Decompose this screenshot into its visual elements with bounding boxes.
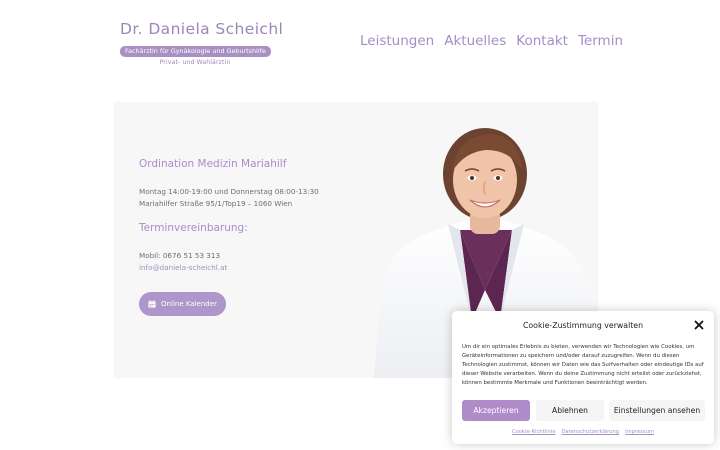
email-link[interactable]: info@daniela-scheichl.at (139, 263, 227, 272)
accept-cookies-button[interactable]: Akzeptieren (462, 400, 530, 421)
practice-info: Montag 14:00-19:00 und Donnerstag 08:00-… (139, 186, 319, 210)
nav-item-kontakt[interactable]: Kontakt (516, 32, 568, 50)
logo-tagline: Privat- und Wahlärztin (159, 59, 231, 66)
cookie-message: Um dir ein optimales Erlebnis zu bieten,… (462, 344, 704, 387)
nav-item-aktuelles[interactable]: Aktuelles (444, 32, 506, 50)
view-settings-button[interactable]: Einstellungen ansehen (609, 400, 705, 421)
logo-subtitle: Fachärztin für Gynäkologie und Geburtshi… (120, 46, 271, 57)
cookie-policy-link[interactable]: Cookie-Richtlinie (512, 429, 556, 435)
cookie-consent-banner: Cookie-Zustimmung verwalten Um dir ein o… (452, 311, 714, 444)
close-icon[interactable] (694, 320, 704, 330)
nav-item-termin[interactable]: Termin (578, 32, 623, 50)
cookie-links: Cookie-Richtlinie Datenschutzerklärung I… (452, 429, 714, 435)
imprint-link[interactable]: Impressum (625, 429, 654, 435)
cookie-title: Cookie-Zustimmung verwalten (522, 321, 644, 330)
online-calendar-label: Online Kalender (161, 300, 217, 308)
deny-cookies-button[interactable]: Ablehnen (536, 400, 604, 421)
phone-number: Mobil: 0676 51 53 313 (139, 251, 221, 260)
site-logo[interactable]: Dr. Daniela Scheichl Fachärztin für Gynä… (120, 20, 284, 67)
nav-item-leistungen[interactable]: Leistungen (360, 32, 434, 50)
calendar-icon (148, 300, 156, 308)
address: Mariahilfer Straße 95/1/Top19 – 1060 Wie… (139, 199, 293, 208)
practice-title: Ordination Medizin Mariahilf (139, 158, 287, 170)
online-calendar-button[interactable]: Online Kalender (139, 292, 226, 316)
logo-name: Dr. Daniela Scheichl (120, 20, 284, 38)
appointment-title: Terminvereinbarung: (139, 222, 248, 234)
contact-info: Mobil: 0676 51 53 313 info@daniela-schei… (139, 250, 227, 274)
main-nav: Leistungen Aktuelles Kontakt Termin (360, 32, 623, 50)
opening-hours: Montag 14:00-19:00 und Donnerstag 08:00-… (139, 187, 319, 196)
privacy-policy-link[interactable]: Datenschutzerklärung (562, 429, 620, 435)
